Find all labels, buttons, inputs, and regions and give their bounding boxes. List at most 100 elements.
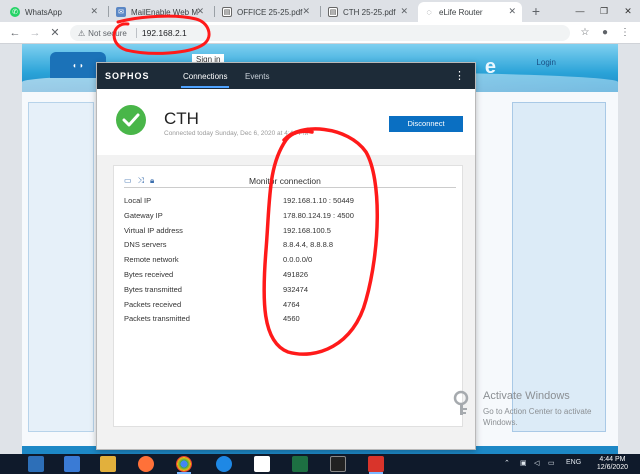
tray-chevron-icon[interactable]: ⌃ — [504, 459, 510, 467]
powershell-app-icon[interactable] — [64, 456, 80, 472]
display-icon[interactable]: ▭ — [548, 459, 555, 467]
chrome-icon[interactable] — [176, 456, 192, 474]
tab-whatsapp[interactable]: ✆ WhatsApp ✕ — [4, 2, 104, 22]
browser-tab-strip: ✆ WhatsApp ✕ ✉ MailEnable Web M ✕ ▤ OFFI… — [0, 0, 640, 22]
detail-row: Packets transmitted 4560 — [124, 314, 456, 329]
network-icon[interactable]: ▣ — [520, 459, 527, 467]
internet-explorer-icon[interactable] — [216, 456, 232, 472]
warning-icon[interactable]: ⚠ — [78, 29, 85, 38]
excel-icon[interactable] — [292, 456, 308, 472]
tab-label: MailEnable Web M — [131, 7, 198, 17]
security-status[interactable]: Not secure — [88, 29, 127, 38]
address-bar[interactable]: ⚠ Not secure 192.168.2.1 — [70, 25, 570, 41]
detail-value: 192.168.1.10 : 50449 — [283, 196, 354, 205]
close-icon[interactable]: ✕ — [302, 6, 310, 17]
detail-row: Virtual IP address 192.168.100.5 — [124, 226, 456, 241]
detail-row: DNS servers 8.8.4.4, 8.8.8.8 — [124, 240, 456, 255]
detail-row: Packets received 4764 — [124, 300, 456, 315]
command-prompt-icon[interactable] — [330, 456, 346, 472]
detail-row: Gateway IP 178.80.124.19 : 4500 — [124, 211, 456, 226]
detail-label: Remote network — [124, 255, 179, 265]
system-clock[interactable]: 4:44 PM 12/6/2020 — [597, 456, 628, 472]
close-window-icon[interactable]: ✕ — [616, 0, 640, 22]
tab-label: CTH 25-25.pdf — [343, 7, 396, 17]
detail-label: Packets received — [124, 299, 182, 309]
close-icon[interactable]: ✕ — [196, 6, 204, 17]
close-icon[interactable]: ✕ — [400, 6, 408, 17]
router-right-panel — [512, 102, 606, 432]
account-icon[interactable]: ● — [598, 26, 612, 40]
lock-icon[interactable]: 🔒︎ — [150, 176, 154, 186]
connection-name: CTH — [164, 109, 199, 128]
loading-icon: ◌ — [426, 7, 432, 17]
detail-value: 0.0.0.0/0 — [283, 255, 313, 265]
key-icon — [453, 390, 469, 415]
sophos-connect-icon[interactable] — [368, 456, 384, 474]
language-indicator[interactable]: ENG — [566, 459, 581, 466]
volume-icon[interactable]: ◁ — [534, 459, 539, 467]
tab-mailenable[interactable]: ✉ MailEnable Web M ✕ — [110, 2, 210, 22]
detail-value: 8.8.4.4, 8.8.8.8 — [283, 240, 334, 250]
mail-icon: ✉ — [116, 7, 126, 17]
tab-separator — [108, 6, 109, 17]
document-icon: ▤ — [222, 7, 232, 17]
forward-icon[interactable]: → — [28, 26, 42, 40]
star-icon[interactable]: ☆ — [578, 26, 592, 40]
detail-row: Bytes received 491826 — [124, 270, 456, 285]
v3-antivirus-icon[interactable] — [254, 456, 270, 472]
shuffle-icon[interactable]: ⤨ — [138, 176, 144, 186]
detail-label: Local IP — [124, 196, 152, 205]
sophos-vpn-window: SOPHOS Connections Events ⋮ CTH Connecte… — [96, 62, 476, 450]
detail-label: Bytes received — [124, 269, 174, 279]
detail-label: Packets transmitted — [124, 314, 190, 324]
firefox-icon[interactable] — [138, 456, 154, 472]
maximize-icon[interactable]: ❐ — [592, 0, 616, 22]
detail-label: Virtual IP address — [124, 225, 183, 235]
router-left-panel — [28, 102, 94, 432]
stop-icon[interactable]: ✕ — [48, 26, 62, 40]
more-options-icon[interactable]: ⋮ — [454, 69, 465, 82]
connection-details: Local IP 192.168.1.10 : 50449 Gateway IP 1… — [124, 196, 456, 329]
activate-message: Go to Action Center to activate Windows. — [483, 407, 592, 427]
detail-label: DNS servers — [124, 240, 167, 250]
tab-cth-pdf[interactable]: ▤ CTH 25-25.pdf ✕ — [322, 2, 414, 22]
new-tab-button[interactable]: + — [528, 3, 544, 19]
monitor-card-title: Monitor connection — [249, 176, 321, 186]
url-text[interactable]: 192.168.2.1 — [142, 28, 187, 38]
detail-value: 178.80.124.19 : 4500 — [283, 210, 354, 220]
tab-separator — [214, 6, 215, 17]
detail-row: Remote network 0.0.0.0/0 — [124, 255, 456, 270]
back-icon[interactable]: ← — [8, 26, 22, 40]
login-link[interactable]: Login — [536, 58, 556, 67]
detail-label: Bytes transmitted — [124, 284, 182, 294]
monitor-card: ▭ ⤨ 🔒︎ Monitor connection Local IP 192.16… — [113, 165, 463, 427]
disconnect-button[interactable]: Disconnect — [389, 116, 463, 132]
window-controls: — ❐ ✕ — [568, 0, 640, 22]
clock-date: 12/6/2020 — [596, 464, 628, 471]
minimize-icon[interactable]: — — [568, 0, 592, 22]
connection-summary: CTH Connected today Sunday, Dec 6, 2020 … — [97, 89, 475, 155]
tab-events[interactable]: Events — [245, 72, 269, 81]
clock-time: 4:44 PM — [599, 456, 626, 463]
close-icon[interactable]: ✕ — [508, 6, 516, 17]
close-icon[interactable]: ✕ — [90, 6, 98, 17]
explorer-app-icon[interactable] — [28, 456, 44, 472]
file-explorer-icon[interactable] — [100, 456, 116, 472]
activate-title: Activate Windows — [483, 390, 570, 402]
detail-value: 192.168.100.5 — [283, 225, 331, 235]
tab-label: WhatsApp — [25, 7, 62, 17]
tab-office-pdf[interactable]: ▤ OFFICE 25-25.pdf ✕ — [216, 2, 316, 22]
browser-toolbar: ← → ✕ ⚠ Not secure 192.168.2.1 ☆ ● ⋮ — [0, 22, 640, 44]
tab-elife-router[interactable]: ◌ eLife Router ✕ — [418, 2, 522, 22]
detail-value: 491826 — [283, 269, 309, 279]
detail-label: Gateway IP — [124, 210, 163, 220]
detail-value: 4560 — [283, 314, 300, 324]
monitor-icon[interactable]: ▭ — [124, 176, 132, 186]
monitor-card-header: ▭ ⤨ 🔒︎ Monitor connection — [124, 174, 456, 188]
divider — [135, 28, 137, 38]
tab-connections[interactable]: Connections — [180, 72, 230, 88]
menu-icon[interactable]: ⋮ — [618, 26, 632, 40]
tab-label: eLife Router — [439, 7, 483, 17]
whatsapp-icon: ✆ — [10, 7, 20, 17]
sophos-logo: SOPHOS — [105, 71, 150, 81]
